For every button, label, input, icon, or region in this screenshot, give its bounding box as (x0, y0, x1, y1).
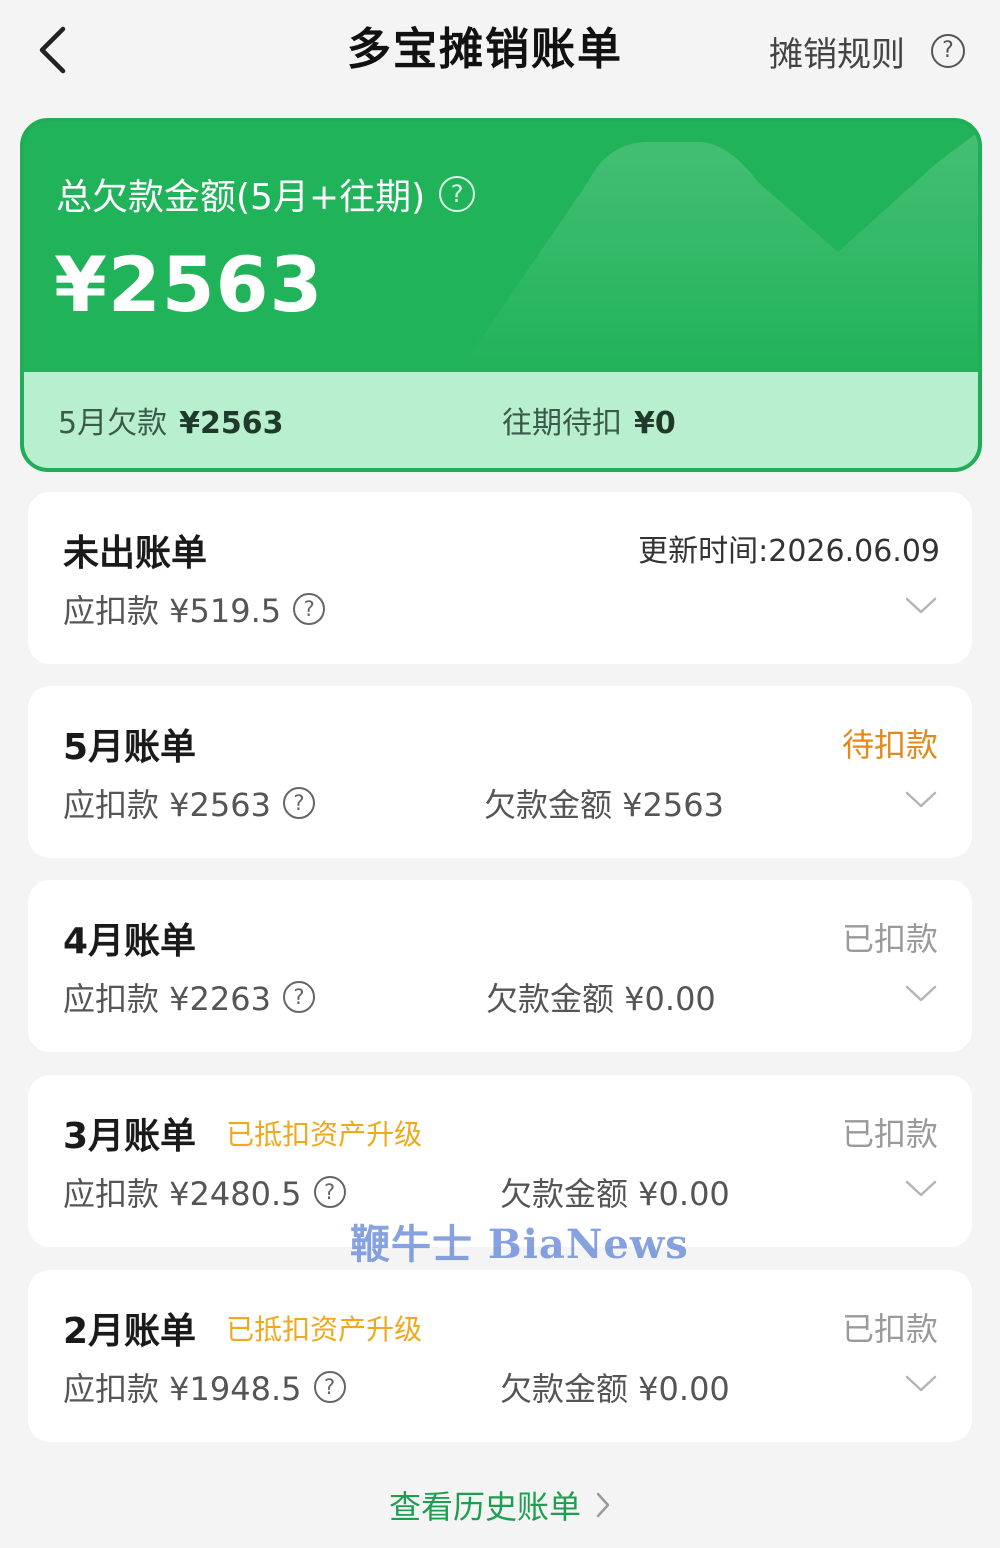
bill-due-row: 应扣款 ¥519.5 ? (63, 586, 326, 632)
amortization-rules-label: 摊销规则 (769, 34, 905, 75)
bill-owed-amount: 欠款金额 ¥0.00 (486, 980, 716, 1018)
chevron-down-icon[interactable] (904, 1179, 938, 1199)
question-circle-icon[interactable]: ? (931, 34, 965, 68)
chevron-down-icon[interactable] (904, 790, 938, 810)
past-pending: 往期待扣 ¥0 (502, 398, 676, 442)
bill-owed-amount: 欠款金额 ¥0.00 (500, 1175, 730, 1213)
bill-due-amount: 应扣款 ¥2480.5 (63, 1175, 302, 1213)
header-bar: 多宝摊销账单 摊销规则 ? (0, 0, 1000, 105)
bill-card-unbilled[interactable]: 未出账单 更新时间:2026.06.09 应扣款 ¥519.5 ? (28, 492, 972, 664)
bill-owed-amount: 欠款金额 ¥0.00 (500, 1370, 730, 1408)
bill-title: 4月账单 (63, 921, 197, 962)
bill-due-amount: 应扣款 ¥2563 (63, 786, 271, 824)
bill-due-row: 应扣款 ¥1948.5 ? (63, 1364, 346, 1410)
total-debt-amount: ¥2563 (54, 240, 324, 329)
bill-title: 2月账单 (63, 1311, 197, 1352)
bill-status: 已扣款 (841, 920, 938, 958)
bill-owed-amount: 欠款金额 ¥2563 (484, 786, 724, 824)
view-history-bills-link[interactable]: 查看历史账单 (0, 1482, 1000, 1528)
bill-status: 待扣款 (841, 726, 938, 764)
bill-card-may[interactable]: 5月账单 待扣款 应扣款 ¥2563 ? 欠款金额 ¥2563 (28, 686, 972, 858)
decorative-wave-shape (458, 132, 978, 372)
bill-due-amount: 应扣款 ¥519.5 (63, 592, 282, 630)
asset-upgrade-tag: 已抵扣资产升级 (226, 1313, 423, 1346)
past-pending-value: ¥0 (634, 406, 676, 441)
chevron-down-icon[interactable] (904, 596, 938, 616)
chevron-down-icon[interactable] (904, 1374, 938, 1394)
bill-card-february[interactable]: 2月账单 已抵扣资产升级 已扣款 应扣款 ¥1948.5 ? 欠款金额 ¥0.0… (28, 1270, 972, 1442)
question-circle-icon[interactable]: ? (439, 176, 476, 212)
may-debt-value: ¥2563 (179, 406, 284, 441)
may-debt-label: 5月欠款 (58, 406, 168, 441)
bill-due-amount: 应扣款 ¥1948.5 (63, 1370, 302, 1408)
bill-due-row: 应扣款 ¥2563 ? (63, 780, 315, 826)
bill-title: 5月账单 (63, 727, 197, 768)
question-circle-icon[interactable]: ? (313, 1371, 346, 1403)
view-history-bills-label: 查看历史账单 (388, 1488, 581, 1526)
bill-due-amount: 应扣款 ¥2263 (63, 980, 271, 1018)
question-circle-icon[interactable]: ? (313, 1176, 346, 1208)
total-debt-label: 总欠款金额(5月+往期) (56, 177, 426, 218)
total-debt-label-row: 总欠款金额(5月+往期) ? (56, 168, 476, 220)
bill-title-row: 3月账单 已抵扣资产升级 (63, 1107, 422, 1159)
bill-due-row: 应扣款 ¥2263 ? (63, 974, 315, 1020)
bill-card-april[interactable]: 4月账单 已扣款 应扣款 ¥2263 ? 欠款金额 ¥0.00 (28, 880, 972, 1052)
debt-breakdown-strip: 5月欠款 ¥2563 往期待扣 ¥0 (24, 372, 978, 468)
question-circle-icon[interactable]: ? (282, 787, 315, 819)
chevron-right-icon (596, 1492, 610, 1518)
total-debt-card: 总欠款金额(5月+往期) ? ¥2563 5月欠款 ¥2563 往期待扣 ¥0 (20, 118, 982, 472)
bill-title: 未出账单 (63, 533, 208, 574)
update-time: 更新时间:2026.06.09 (638, 534, 940, 569)
question-circle-icon[interactable]: ? (293, 593, 326, 625)
question-circle-icon[interactable]: ? (282, 981, 315, 1013)
asset-upgrade-tag: 已抵扣资产升级 (226, 1118, 423, 1151)
watermark: 鞭牛士 BiaNews (350, 1221, 689, 1268)
amortization-rules-button[interactable]: 摊销规则 ? (769, 28, 965, 75)
may-debt: 5月欠款 ¥2563 (58, 398, 283, 442)
bill-status: 已扣款 (841, 1310, 938, 1348)
bill-title: 3月账单 (63, 1116, 197, 1157)
chevron-down-icon[interactable] (904, 984, 938, 1004)
bill-due-row: 应扣款 ¥2480.5 ? (63, 1169, 346, 1215)
past-pending-label: 往期待扣 (502, 406, 622, 441)
bill-status: 已扣款 (841, 1115, 938, 1153)
bill-title-row: 2月账单 已抵扣资产升级 (63, 1302, 422, 1354)
